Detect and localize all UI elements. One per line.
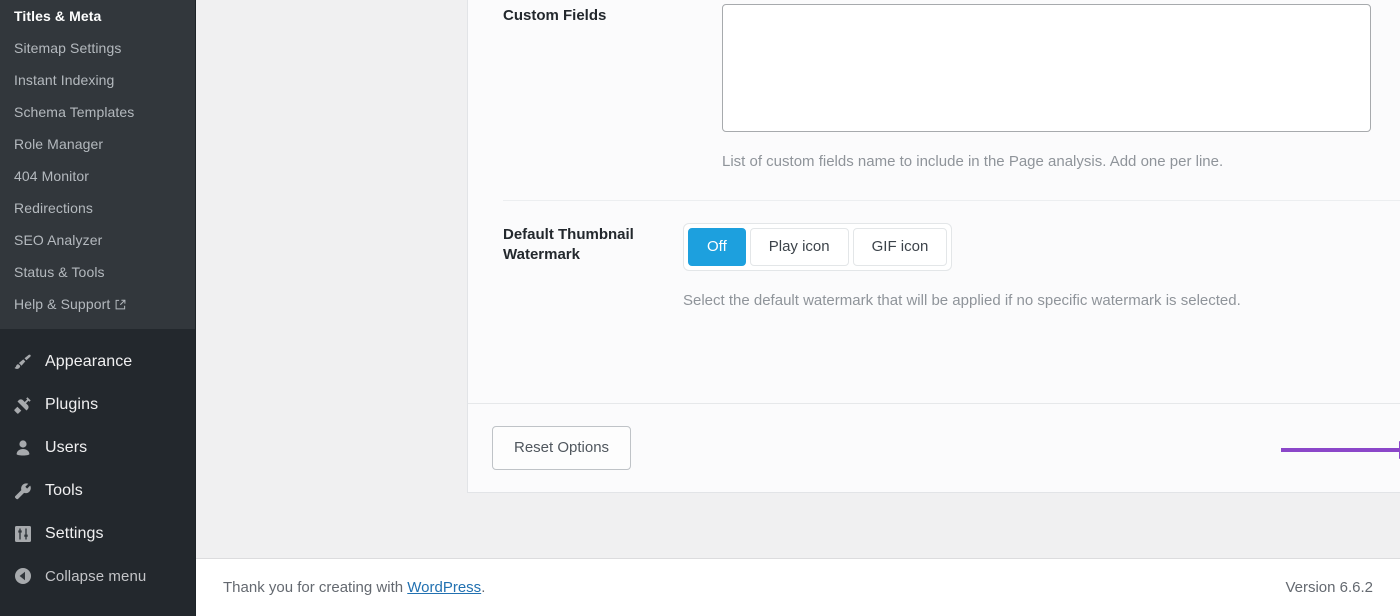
sidebar-item-appearance[interactable]: Appearance	[0, 340, 196, 383]
thanks-prefix: Thank you for creating with	[223, 579, 408, 596]
collapse-menu-label: Collapse menu	[45, 567, 147, 585]
submenu-label: SEO Analyzer	[14, 232, 103, 248]
submenu-label: Titles & Meta	[14, 8, 102, 24]
watermark-field: Off Play icon GIF icon Select the defaul…	[683, 223, 1400, 313]
admin-sidebar: Titles & Meta Sitemap Settings Instant I…	[0, 0, 196, 616]
watermark-help: Select the default watermark that will b…	[683, 292, 1241, 309]
watermark-option-group: Off Play icon GIF icon	[683, 223, 953, 271]
plug-icon	[13, 394, 39, 416]
custom-fields-field: List of custom fields name to include in…	[722, 4, 1400, 174]
sidebar-item-tools[interactable]: Tools	[0, 469, 196, 512]
sidebar-item-users[interactable]: Users	[0, 426, 196, 469]
custom-fields-label: Custom Fields	[503, 7, 607, 24]
row-default-thumbnail-watermark: Default Thumbnail Watermark Off Play ico…	[503, 200, 1400, 339]
submenu-label: Role Manager	[14, 136, 104, 152]
wp-footer-thanks: Thank you for creating with WordPress.	[223, 579, 1285, 596]
settings-rows: Custom Fields List of custom fields name…	[468, 0, 1400, 339]
watermark-option-gif-icon[interactable]: GIF icon	[852, 228, 948, 266]
row-custom-fields: Custom Fields List of custom fields name…	[503, 0, 1400, 200]
thanks-suffix: .	[481, 579, 486, 596]
submenu-item-404-monitor[interactable]: 404 Monitor	[0, 160, 196, 192]
rank-math-submenu: Titles & Meta Sitemap Settings Instant I…	[0, 0, 196, 329]
sidebar-item-label: Users	[45, 438, 88, 456]
submenu-label: 404 Monitor	[14, 168, 90, 184]
user-icon	[13, 437, 39, 459]
watermark-option-play-icon[interactable]: Play icon	[749, 228, 849, 266]
wordpress-admin-screen: Titles & Meta Sitemap Settings Instant I…	[0, 0, 1400, 616]
sidebar-item-settings[interactable]: Settings	[0, 512, 196, 555]
settings-panel: Custom Fields List of custom fields name…	[467, 0, 1400, 493]
submenu-label: Redirections	[14, 200, 94, 216]
external-link-icon	[115, 298, 126, 312]
submenu-label: Sitemap Settings	[14, 40, 122, 56]
submenu-item-role-manager[interactable]: Role Manager	[0, 128, 196, 160]
submenu-item-instant-indexing[interactable]: Instant Indexing	[0, 64, 196, 96]
sidebar-item-label: Settings	[45, 524, 104, 542]
submenu-label: Instant Indexing	[14, 72, 115, 88]
menu-separator	[0, 329, 196, 340]
collapse-menu-button[interactable]: Collapse menu	[0, 555, 196, 597]
sliders-icon	[13, 523, 39, 545]
submenu-label: Help & Support	[14, 296, 111, 312]
submenu-item-help-support[interactable]: Help & Support	[0, 288, 196, 321]
paintbrush-icon	[13, 351, 39, 373]
submenu-item-schema-templates[interactable]: Schema Templates	[0, 96, 196, 128]
sidebar-item-plugins[interactable]: Plugins	[0, 383, 196, 426]
submenu-label: Status & Tools	[14, 264, 105, 280]
sidebar-item-label: Appearance	[45, 352, 133, 370]
wordpress-link[interactable]: WordPress	[407, 579, 481, 596]
submenu-item-sitemap-settings[interactable]: Sitemap Settings	[0, 32, 196, 64]
reset-options-button[interactable]: Reset Options	[492, 425, 632, 471]
sidebar-item-label: Tools	[45, 481, 83, 499]
submenu-item-seo-analyzer[interactable]: SEO Analyzer	[0, 224, 196, 256]
collapse-arrow-icon	[13, 565, 39, 587]
submenu-label: Schema Templates	[14, 104, 135, 120]
submenu-item-titles-meta[interactable]: Titles & Meta	[0, 0, 196, 32]
custom-fields-input[interactable]	[722, 4, 1371, 132]
submenu-item-status-tools[interactable]: Status & Tools	[0, 256, 196, 288]
sidebar-item-label: Plugins	[45, 395, 99, 413]
settings-content: Custom Fields List of custom fields name…	[196, 0, 1400, 616]
wp-version: Version 6.6.2	[1285, 579, 1373, 596]
watermark-option-off[interactable]: Off	[688, 228, 746, 266]
wp-footer: Thank you for creating with WordPress. V…	[196, 558, 1400, 616]
settings-action-bar: Reset Options Save Changes	[468, 403, 1400, 492]
custom-fields-help: List of custom fields name to include in…	[722, 153, 1224, 170]
watermark-label: Default Thumbnail Watermark	[503, 226, 634, 264]
wrench-icon	[13, 480, 39, 502]
submenu-item-redirections[interactable]: Redirections	[0, 192, 196, 224]
